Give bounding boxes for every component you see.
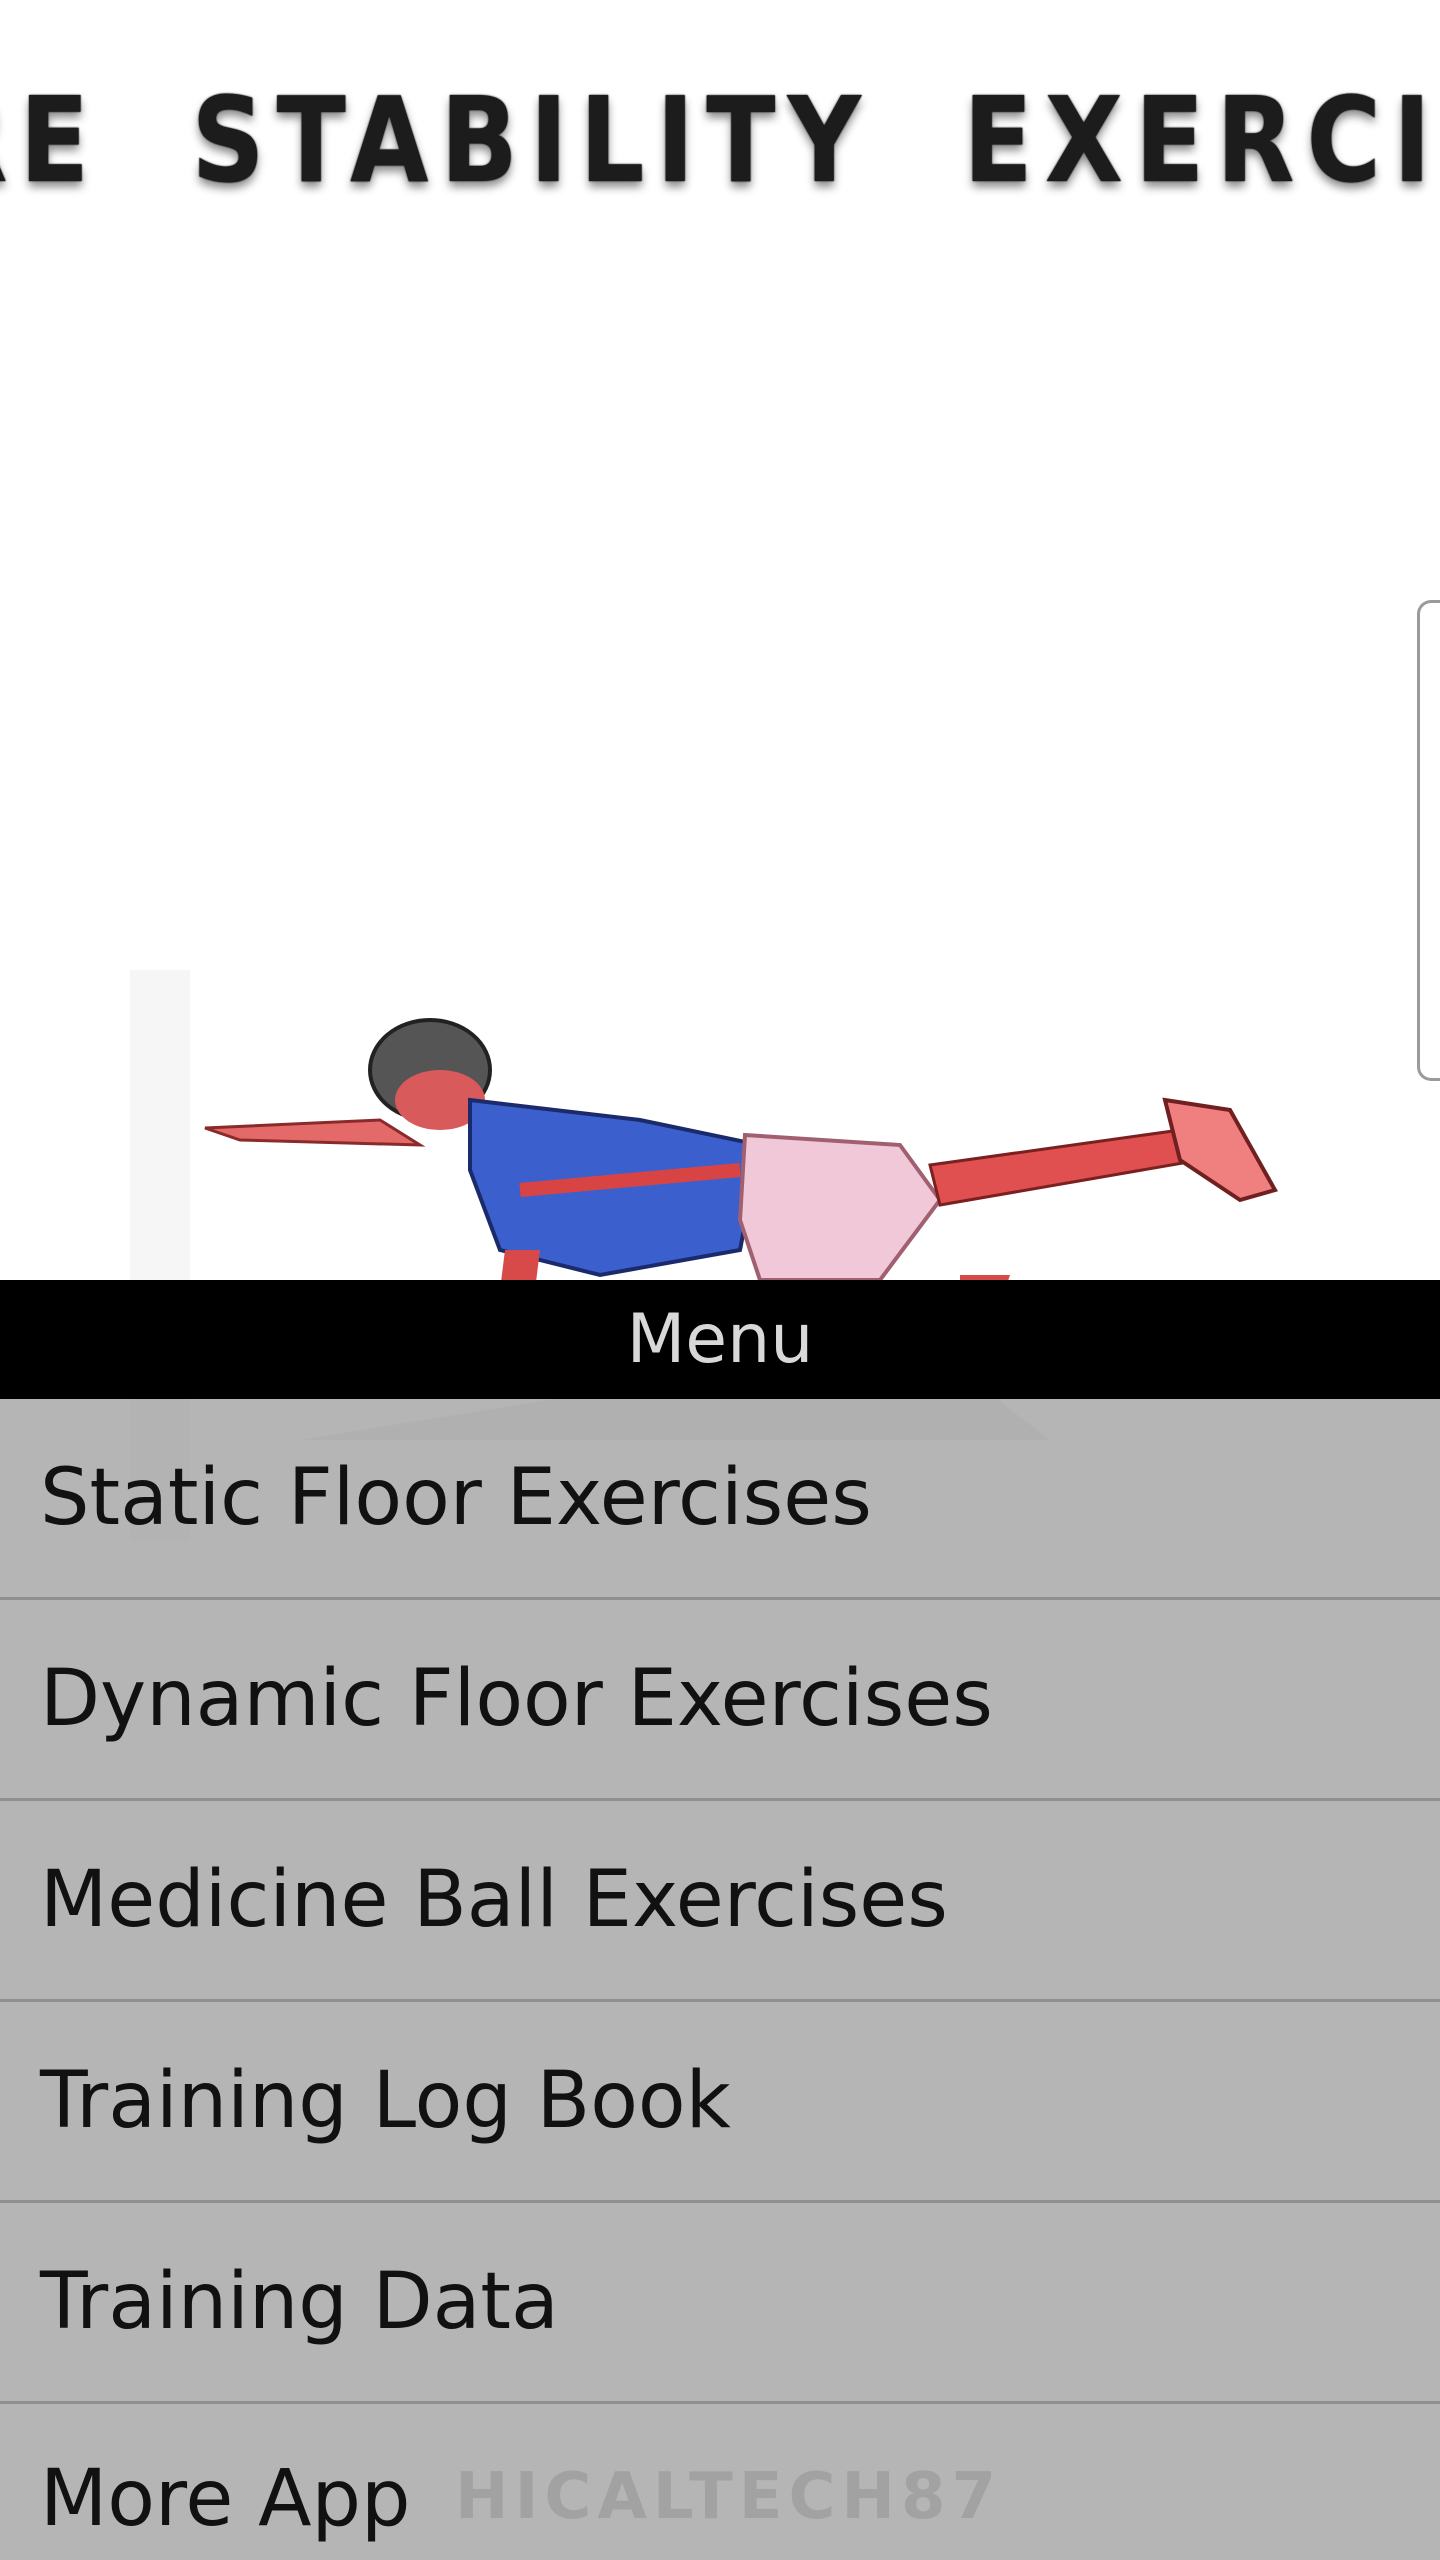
- menu-item-label: Medicine Ball Exercises: [40, 1855, 948, 1945]
- menu-item-medicine-ball-exercises[interactable]: Medicine Ball Exercises: [0, 1801, 1440, 2002]
- side-drawer-handle[interactable]: [1417, 600, 1440, 1081]
- watermark: HICALTECH87: [455, 2460, 1003, 2534]
- menu-item-static-floor-exercises[interactable]: Static Floor Exercises: [0, 1399, 1440, 1600]
- menu-item-label: Dynamic Floor Exercises: [40, 1654, 993, 1744]
- menu-item-label: More App: [40, 2454, 411, 2544]
- app-title-banner: CORE STABILITY EXERCISES: [0, 40, 1440, 240]
- menu-item-label: Static Floor Exercises: [40, 1453, 872, 1543]
- app-title: CORE STABILITY EXERCISES: [0, 71, 1440, 209]
- menu-item-training-data[interactable]: Training Data: [0, 2203, 1440, 2404]
- menu-item-training-log-book[interactable]: Training Log Book: [0, 2002, 1440, 2203]
- menu-list: Static Floor Exercises Dynamic Floor Exe…: [0, 1399, 1440, 2560]
- menu-header-label: Menu: [626, 1300, 814, 1379]
- menu-item-dynamic-floor-exercises[interactable]: Dynamic Floor Exercises: [0, 1600, 1440, 1801]
- menu-header: Menu: [0, 1280, 1440, 1399]
- menu-item-label: Training Log Book: [40, 2056, 731, 2146]
- app-screen: CORE STABILITY EXERCISES Me: [0, 0, 1440, 2560]
- menu-item-label: Training Data: [40, 2257, 559, 2347]
